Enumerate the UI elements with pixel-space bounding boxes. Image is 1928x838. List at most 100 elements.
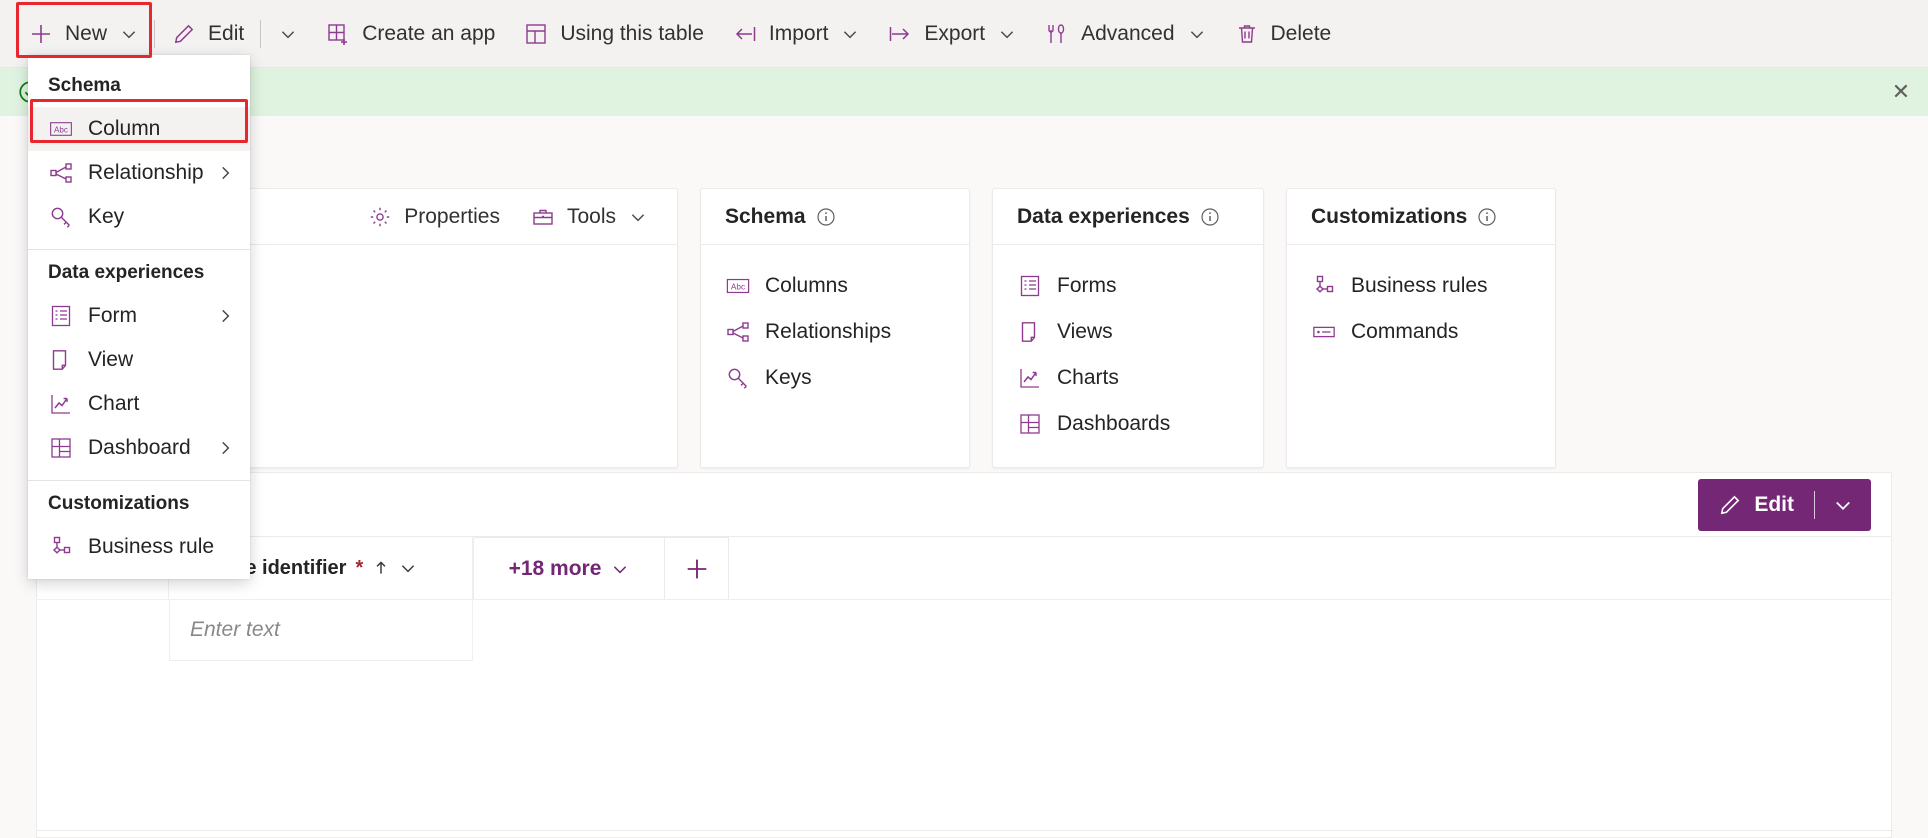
tools-icon xyxy=(1044,21,1070,47)
grid-cell-file-identifier[interactable]: Enter text xyxy=(169,600,473,661)
info-icon[interactable] xyxy=(816,207,836,227)
edit-button[interactable]: Edit xyxy=(157,6,258,62)
properties-button[interactable]: Properties xyxy=(355,195,512,239)
schema-link-relationships[interactable]: Relationships xyxy=(725,309,945,355)
edit-data-button-label-wrap: Edit xyxy=(1698,493,1814,517)
info-icon[interactable] xyxy=(1477,207,1497,227)
import-label: Import xyxy=(768,21,829,45)
required-marker: * xyxy=(355,556,364,579)
business-rule-icon xyxy=(1311,273,1337,299)
advanced-button[interactable]: Advanced xyxy=(1030,6,1219,62)
sort-ascending-icon[interactable] xyxy=(372,559,390,577)
menu-item-view-label: View xyxy=(88,348,134,371)
grid-row-select-cell[interactable] xyxy=(37,600,169,661)
chevron-down-icon xyxy=(629,208,647,226)
using-this-table-button[interactable]: Using this table xyxy=(509,6,718,62)
advanced-label: Advanced xyxy=(1081,21,1175,45)
customizations-card-body: Business rules Commands xyxy=(1287,245,1555,375)
edit-data-button-label: Edit xyxy=(1754,492,1794,516)
menu-item-business-rule[interactable]: Business rule xyxy=(28,525,250,569)
menu-item-dashboard-label: Dashboard xyxy=(88,436,191,459)
using-this-table-label: Using this table xyxy=(560,21,704,45)
data-grid: Abc File identifier * +18 more xyxy=(36,536,1893,838)
chevron-down-icon[interactable] xyxy=(399,559,417,577)
menu-item-form[interactable]: Form xyxy=(28,294,250,338)
create-an-app-button[interactable]: Create an app xyxy=(311,6,509,62)
view-icon xyxy=(1017,319,1043,345)
schema-link-columns[interactable]: Abc Columns xyxy=(725,263,945,309)
menu-item-relationship-label: Relationship xyxy=(88,161,204,184)
chevron-down-icon xyxy=(1188,25,1206,43)
data-experiences-card-body: Forms Views Charts Dashboards xyxy=(993,245,1263,467)
menu-section-heading-schema: Schema xyxy=(48,75,121,96)
schema-link-keys[interactable]: Keys xyxy=(725,355,945,401)
export-button[interactable]: Export xyxy=(873,6,1030,62)
chevron-down-icon xyxy=(611,560,629,578)
dx-link-views-label: Views xyxy=(1057,320,1113,343)
add-column-button[interactable] xyxy=(665,537,729,599)
dx-link-charts[interactable]: Charts xyxy=(1017,355,1239,401)
chart-icon xyxy=(48,391,74,417)
menu-item-business-rule-label: Business rule xyxy=(88,535,215,558)
relationship-icon xyxy=(725,319,751,345)
dx-link-forms[interactable]: Forms xyxy=(1017,263,1239,309)
properties-label: Properties xyxy=(404,204,500,228)
abc-column-icon: Abc xyxy=(725,273,751,299)
form-icon xyxy=(1017,273,1043,299)
menu-item-chart[interactable]: Chart xyxy=(28,382,250,426)
customizations-card: Customizations Business rules Commands xyxy=(1286,188,1556,468)
success-notification-bar: ✕ xyxy=(0,68,1928,116)
new-dropdown-menu: Schema Abc Column Relationship Key Data … xyxy=(28,55,250,579)
more-columns-button[interactable]: +18 more xyxy=(473,537,665,599)
info-icon[interactable] xyxy=(1200,207,1220,227)
columns-and-data-band: columns and data Edit xyxy=(36,472,1892,536)
import-button[interactable]: Import xyxy=(718,6,874,62)
menu-item-relationship[interactable]: Relationship xyxy=(28,151,250,195)
menu-item-column[interactable]: Abc Column xyxy=(28,107,250,151)
delete-label: Delete xyxy=(1270,21,1332,45)
dx-link-dashboards[interactable]: Dashboards xyxy=(1017,401,1239,447)
dashboard-icon xyxy=(48,435,74,461)
data-experiences-card: Data experiences Forms Views Charts Dash… xyxy=(992,188,1264,468)
divider xyxy=(260,19,262,48)
business-rule-icon xyxy=(48,534,74,560)
import-arrow-icon xyxy=(732,21,758,47)
cust-link-commands[interactable]: Commands xyxy=(1311,309,1531,355)
menu-item-view[interactable]: View xyxy=(28,338,250,382)
dx-link-charts-label: Charts xyxy=(1057,366,1119,389)
view-icon xyxy=(48,347,74,373)
data-experiences-card-title: Data experiences xyxy=(1017,204,1190,228)
schema-card-title: Schema xyxy=(725,204,806,228)
dashboard-icon xyxy=(1017,411,1043,437)
chevron-down-icon xyxy=(120,25,138,43)
create-app-icon xyxy=(325,21,351,47)
cust-link-business-rules-label: Business rules xyxy=(1351,274,1488,297)
cust-link-business-rules[interactable]: Business rules xyxy=(1311,263,1531,309)
page-body: pboxFiles Properties xyxy=(0,116,1928,838)
cust-link-commands-label: Commands xyxy=(1351,320,1459,343)
close-icon[interactable]: ✕ xyxy=(1888,79,1914,105)
delete-button[interactable]: Delete xyxy=(1220,6,1346,62)
menu-item-form-label: Form xyxy=(88,304,137,327)
chevron-right-icon xyxy=(216,307,234,325)
tools-button[interactable]: Tools xyxy=(518,195,659,239)
menu-section-heading-data-experiences: Data experiences xyxy=(48,262,205,283)
dx-link-forms-label: Forms xyxy=(1057,274,1117,297)
schema-card-header: Schema xyxy=(701,189,969,245)
data-experiences-card-header: Data experiences xyxy=(993,189,1263,245)
grid-row: Enter text xyxy=(37,599,1891,661)
schema-card-body: Abc Columns Relationships Keys xyxy=(701,245,969,421)
edit-button-label: Edit xyxy=(208,21,245,45)
menu-item-dashboard[interactable]: Dashboard xyxy=(28,426,250,470)
dx-link-views[interactable]: Views xyxy=(1017,309,1239,355)
new-button[interactable]: New xyxy=(14,6,152,62)
customizations-card-header: Customizations xyxy=(1287,189,1555,245)
edit-data-split-chevron[interactable] xyxy=(1815,495,1871,515)
more-columns-label: +18 more xyxy=(508,556,602,580)
svg-text:Abc: Abc xyxy=(54,126,68,135)
menu-item-key[interactable]: Key xyxy=(28,195,250,239)
edit-data-button[interactable]: Edit xyxy=(1698,478,1871,531)
export-label: Export xyxy=(924,21,986,45)
relationship-icon xyxy=(48,160,74,186)
edit-split-chevron[interactable] xyxy=(263,6,311,62)
